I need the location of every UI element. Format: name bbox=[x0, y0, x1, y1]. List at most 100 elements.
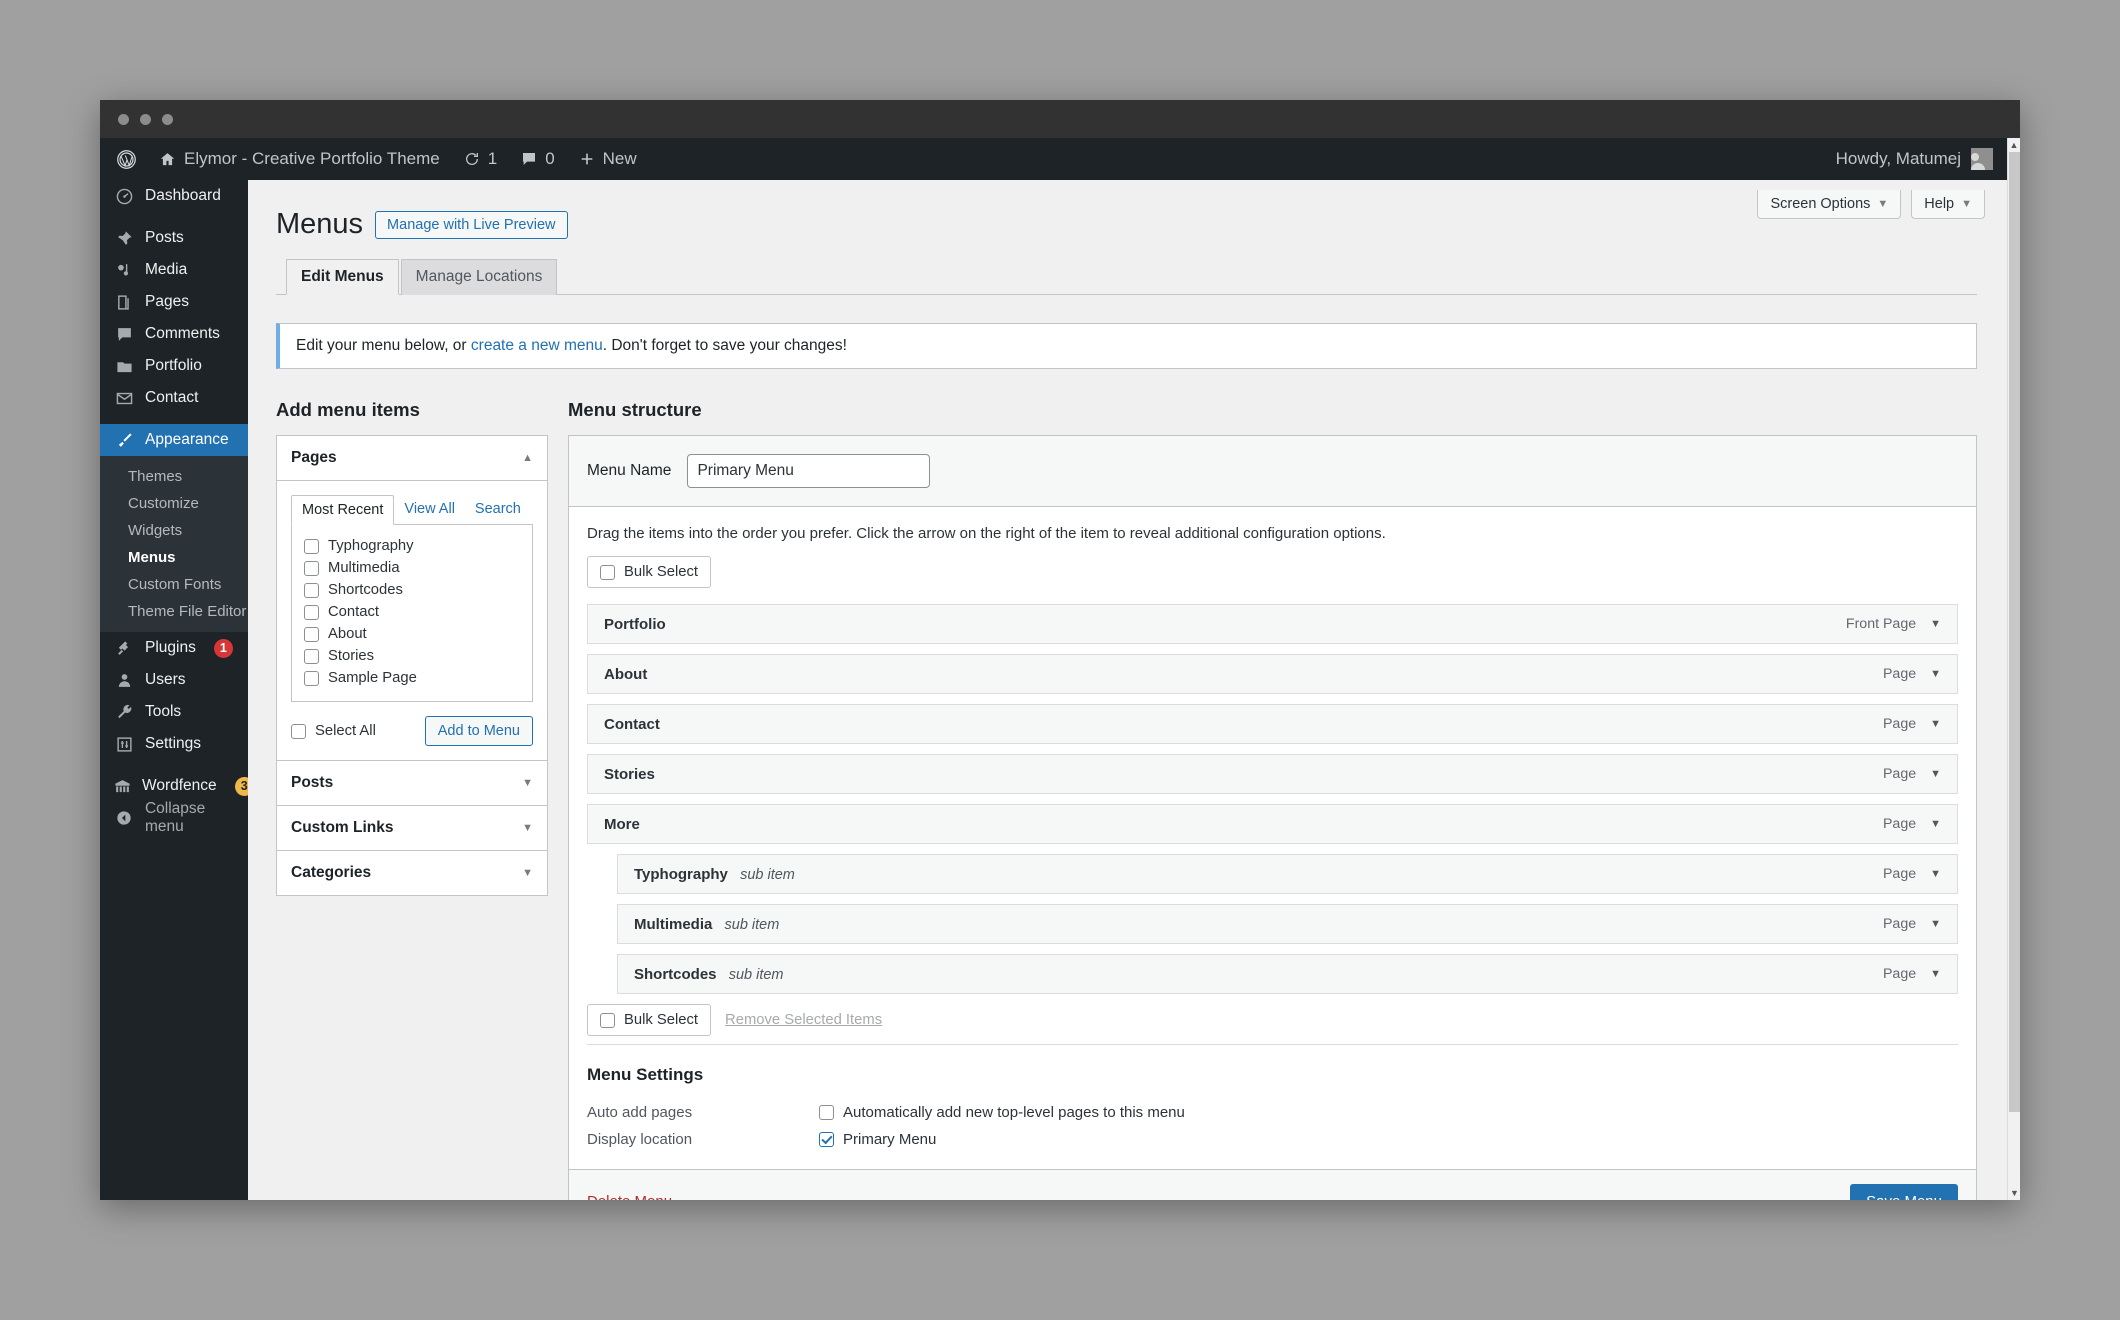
chevron-down-icon[interactable]: ▼ bbox=[522, 867, 533, 879]
scroll-up-arrow-icon[interactable]: ▲ bbox=[2008, 138, 2020, 152]
tab-manage-locations[interactable]: Manage Locations bbox=[400, 259, 558, 295]
list-item[interactable]: Shortcodes bbox=[304, 579, 520, 601]
menu-item-row-sub[interactable]: Multimedia sub item Page ▼ bbox=[617, 904, 1958, 944]
sidebar-item-contact[interactable]: Contact bbox=[100, 382, 248, 414]
scroll-down-arrow-icon[interactable]: ▼ bbox=[2008, 1186, 2020, 1200]
submenu-item-themes[interactable]: Themes bbox=[100, 463, 248, 490]
sidebar-item-tools[interactable]: Tools bbox=[100, 696, 248, 728]
submenu-item-custom-fonts[interactable]: Custom Fonts bbox=[100, 571, 248, 598]
pages-metabox-header[interactable]: Pages ▲ bbox=[277, 436, 547, 481]
checkbox-shortcodes[interactable] bbox=[304, 582, 319, 598]
window-close-button[interactable] bbox=[118, 113, 129, 125]
submenu-item-menus[interactable]: Menus bbox=[100, 544, 248, 571]
menu-item-row-sub[interactable]: Typhography sub item Page ▼ bbox=[617, 854, 1958, 894]
sidebar-item-posts[interactable]: Posts bbox=[100, 222, 248, 254]
help-button[interactable]: Help ▼ bbox=[1911, 190, 1985, 219]
sidebar-item-dashboard[interactable]: Dashboard bbox=[100, 180, 248, 212]
checkbox-stories[interactable] bbox=[304, 648, 319, 664]
tab-search[interactable]: Search bbox=[465, 495, 531, 524]
menu-name-input[interactable] bbox=[687, 454, 931, 488]
page-scrollbar[interactable]: ▲ ▼ bbox=[2007, 138, 2020, 1200]
chevron-down-icon[interactable]: ▼ bbox=[1930, 768, 1941, 780]
chevron-down-icon[interactable]: ▼ bbox=[522, 822, 533, 834]
site-name-menu[interactable]: Elymor - Creative Portfolio Theme bbox=[147, 138, 452, 180]
chevron-down-icon[interactable]: ▼ bbox=[1930, 718, 1941, 730]
chevron-down-icon[interactable]: ▼ bbox=[1930, 818, 1941, 830]
menu-item-row[interactable]: About Page ▼ bbox=[587, 654, 1958, 694]
comments-menu[interactable]: 0 bbox=[509, 138, 566, 180]
window-minimize-button[interactable] bbox=[140, 113, 151, 125]
checkbox-primary-menu-location[interactable] bbox=[819, 1132, 834, 1147]
manage-with-live-preview-button[interactable]: Manage with Live Preview bbox=[375, 210, 568, 239]
checkbox-auto-add-pages[interactable] bbox=[819, 1105, 834, 1120]
menu-item-row-sub[interactable]: Shortcodes sub item Page ▼ bbox=[617, 954, 1958, 994]
chevron-down-icon[interactable]: ▼ bbox=[522, 777, 533, 789]
checkbox-bulk-select-bottom[interactable] bbox=[600, 1012, 615, 1028]
auto-add-pages-control[interactable]: Automatically add new top-level pages to… bbox=[819, 1104, 1185, 1121]
tab-edit-menus[interactable]: Edit Menus bbox=[286, 259, 399, 295]
account-menu[interactable]: Howdy, Matumej bbox=[1836, 138, 2007, 180]
chevron-down-icon[interactable]: ▼ bbox=[1930, 618, 1941, 630]
checkbox-sample-page[interactable] bbox=[304, 670, 319, 686]
menu-item-sub-badge: sub item bbox=[740, 866, 795, 883]
screen-options-button[interactable]: Screen Options ▼ bbox=[1757, 190, 1902, 219]
bulk-select-top[interactable]: Bulk Select bbox=[587, 556, 712, 588]
list-item[interactable]: Contact bbox=[304, 601, 520, 623]
submenu-item-customize[interactable]: Customize bbox=[100, 490, 248, 517]
nav-tab-wrapper: Edit Menus Manage Locations bbox=[276, 258, 1977, 295]
bulk-select-bottom[interactable]: Bulk Select bbox=[587, 1004, 712, 1036]
updates-menu[interactable]: 1 bbox=[452, 138, 509, 180]
custom-links-metabox-header[interactable]: Custom Links ▼ bbox=[277, 806, 547, 850]
sidebar-item-wordfence[interactable]: Wordfence 3 bbox=[100, 770, 254, 802]
checkbox-contact[interactable] bbox=[304, 604, 319, 620]
categories-metabox-header[interactable]: Categories ▼ bbox=[277, 851, 547, 895]
comment-bubble-icon bbox=[521, 151, 537, 167]
list-item[interactable]: Typhography bbox=[304, 535, 520, 557]
chevron-down-icon[interactable]: ▼ bbox=[1930, 918, 1941, 930]
chevron-up-icon[interactable]: ▲ bbox=[522, 452, 533, 464]
wrench-icon bbox=[114, 704, 134, 721]
tab-most-recent[interactable]: Most Recent bbox=[291, 495, 395, 525]
menu-item-row[interactable]: Portfolio Front Page ▼ bbox=[587, 604, 1958, 644]
add-to-menu-button[interactable]: Add to Menu bbox=[424, 716, 533, 746]
menu-item-row[interactable]: More Page ▼ bbox=[587, 804, 1958, 844]
chevron-down-icon[interactable]: ▼ bbox=[1930, 968, 1941, 980]
posts-metabox-header[interactable]: Posts ▼ bbox=[277, 761, 547, 805]
sidebar-item-collapse-menu[interactable]: Collapse menu bbox=[100, 800, 248, 835]
submenu-item-theme-file-editor[interactable]: Theme File Editor bbox=[100, 598, 248, 625]
create-new-menu-link[interactable]: create a new menu bbox=[471, 337, 603, 354]
list-item[interactable]: Sample Page bbox=[304, 667, 520, 689]
notice-text-before: Edit your menu below, or bbox=[296, 337, 471, 354]
remove-selected-items-link[interactable]: Remove Selected Items bbox=[725, 1012, 882, 1028]
sidebar-item-comments[interactable]: Comments bbox=[100, 318, 248, 350]
checkbox-about[interactable] bbox=[304, 626, 319, 642]
sidebar-item-plugins[interactable]: Plugins 1 bbox=[100, 632, 248, 664]
list-item[interactable]: About bbox=[304, 623, 520, 645]
chevron-down-icon[interactable]: ▼ bbox=[1930, 868, 1941, 880]
tab-view-all[interactable]: View All bbox=[394, 495, 465, 524]
checkbox-bulk-select-top[interactable] bbox=[600, 564, 615, 580]
sidebar-item-pages[interactable]: Pages bbox=[100, 286, 248, 318]
submenu-item-widgets[interactable]: Widgets bbox=[100, 517, 248, 544]
chevron-down-icon[interactable]: ▼ bbox=[1930, 668, 1941, 680]
new-content-menu[interactable]: New bbox=[567, 138, 649, 180]
sidebar-item-appearance[interactable]: Appearance bbox=[100, 424, 248, 456]
sidebar-item-portfolio[interactable]: Portfolio bbox=[100, 350, 248, 382]
select-all-row[interactable]: Select All bbox=[291, 720, 376, 742]
checkbox-typhography[interactable] bbox=[304, 538, 319, 554]
checkbox-select-all[interactable] bbox=[291, 723, 306, 739]
display-location-control[interactable]: Primary Menu bbox=[819, 1131, 936, 1148]
window-maximize-button[interactable] bbox=[162, 113, 173, 125]
wordpress-logo-icon[interactable] bbox=[100, 138, 147, 180]
checkbox-multimedia[interactable] bbox=[304, 560, 319, 576]
sidebar-item-settings[interactable]: Settings bbox=[100, 728, 248, 760]
list-item[interactable]: Multimedia bbox=[304, 557, 520, 579]
sidebar-item-users[interactable]: Users bbox=[100, 664, 248, 696]
list-item[interactable]: Stories bbox=[304, 645, 520, 667]
scrollbar-thumb[interactable] bbox=[2009, 152, 2020, 1112]
menu-item-row[interactable]: Stories Page ▼ bbox=[587, 754, 1958, 794]
sidebar-item-media[interactable]: Media bbox=[100, 254, 248, 286]
delete-menu-link[interactable]: Delete Menu bbox=[587, 1193, 672, 1200]
save-menu-button[interactable]: Save Menu bbox=[1850, 1184, 1958, 1200]
menu-item-row[interactable]: Contact Page ▼ bbox=[587, 704, 1958, 744]
